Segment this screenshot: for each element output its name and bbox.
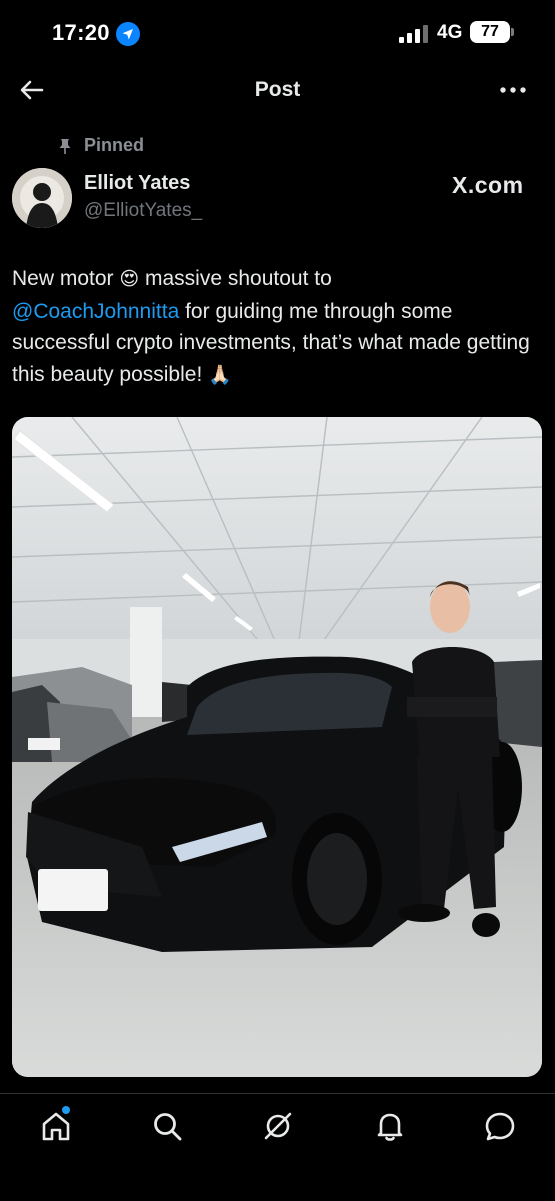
pinned-label: Pinned xyxy=(84,135,145,155)
home-notification-dot xyxy=(62,1106,70,1114)
post-text-part: massive shoutout to xyxy=(139,267,332,290)
status-bar: 17:20 4G 77 xyxy=(0,0,555,66)
post-text-part: New motor xyxy=(12,267,120,290)
source-label: X.com xyxy=(452,172,524,198)
mention-link[interactable]: @CoachJohnnitta xyxy=(12,300,179,323)
network-type: 4G xyxy=(437,22,463,43)
battery-icon: 77 xyxy=(470,21,510,43)
notifications-icon[interactable] xyxy=(372,1108,408,1144)
pin-icon xyxy=(56,137,74,155)
more-options-icon[interactable] xyxy=(496,76,530,104)
location-arrow-icon xyxy=(116,22,140,46)
post-header: Post xyxy=(0,66,555,114)
bottom-tab-bar xyxy=(0,1093,555,1201)
messages-icon[interactable] xyxy=(482,1108,518,1144)
author-handle[interactable]: @ElliotYates_ xyxy=(84,200,202,222)
emoji-heart-eyes: 😍 xyxy=(119,269,140,290)
grok-icon[interactable] xyxy=(260,1108,296,1144)
cellular-signal-icon xyxy=(399,25,429,43)
battery-tip xyxy=(511,28,514,36)
status-time: 17:20 xyxy=(52,20,110,45)
search-icon[interactable] xyxy=(149,1108,185,1144)
home-icon[interactable] xyxy=(38,1108,74,1144)
post-image[interactable] xyxy=(12,417,542,1077)
author-name[interactable]: Elliot Yates xyxy=(84,172,190,195)
emoji-praying-hands: 🙏🏻 xyxy=(208,364,232,386)
post-text: New motor 😍 massive shoutout to @CoachJoh… xyxy=(12,263,542,391)
avatar[interactable] xyxy=(12,168,72,228)
page-title: Post xyxy=(254,78,301,101)
